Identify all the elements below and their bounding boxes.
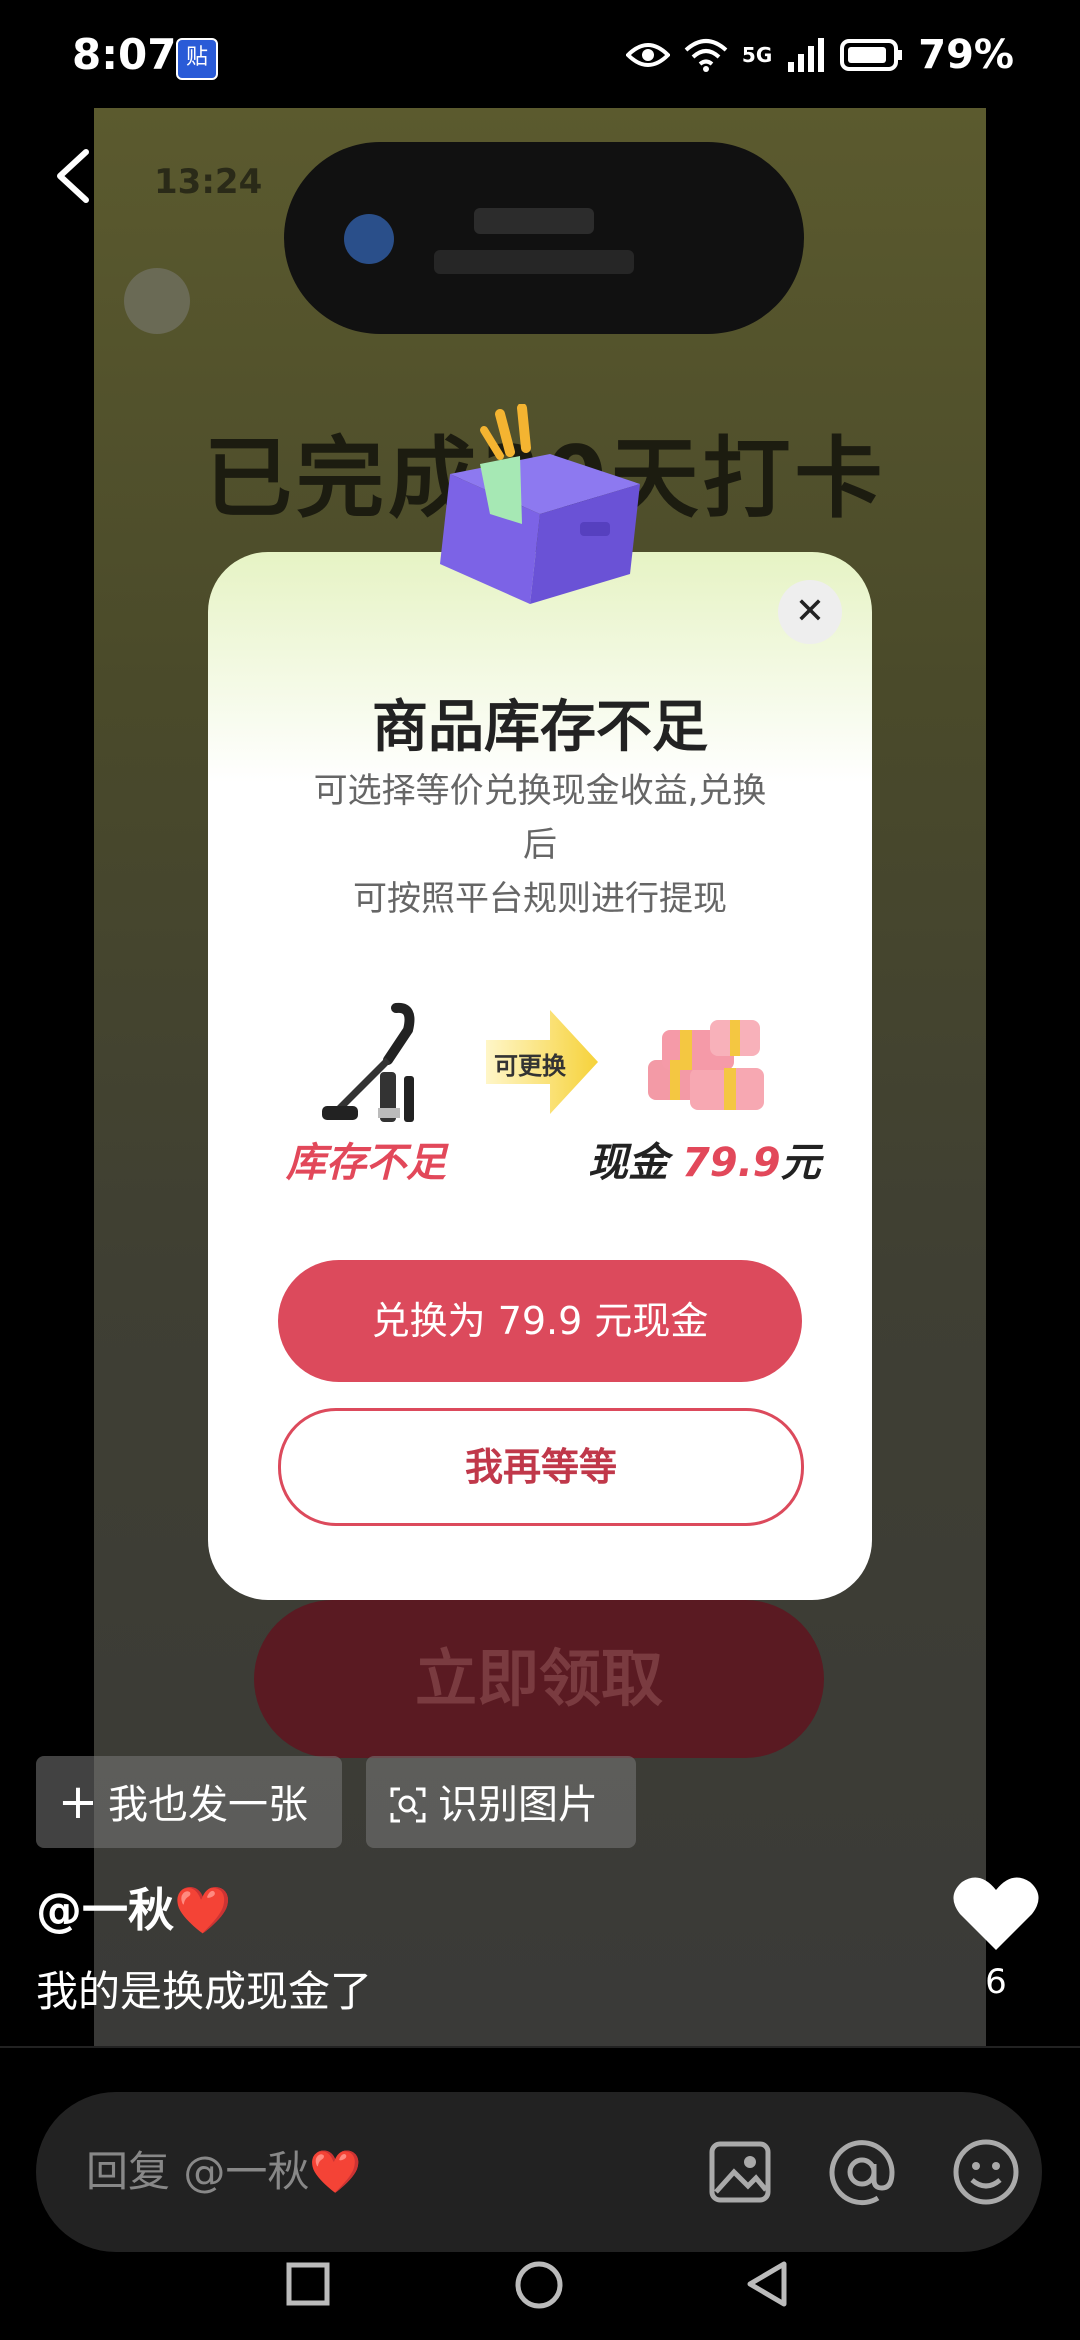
battery-icon: [840, 39, 903, 71]
recognize-image-label: 识别图片: [438, 1782, 598, 1828]
reply-placeholder: 回复 @一秋❤️: [86, 2092, 362, 2252]
wifi-icon: [684, 39, 728, 72]
cash-suffix: 元: [780, 1140, 821, 1186]
cash-label: 现金 79.9元: [588, 1130, 821, 1188]
status-bar: 8:07 贴 5G 79%: [0, 0, 1080, 110]
reply-heart-emoji: ❤️: [309, 2147, 362, 2196]
exchange-cash-button[interactable]: 兑换为 79.9 元现金: [278, 1260, 802, 1382]
image-claim-button: 立即领取: [254, 1600, 824, 1758]
modal-title: 商品库存不足: [372, 695, 708, 760]
image-status-time: 13:24: [154, 162, 263, 202]
reply-placeholder-text: 回复 @一秋: [86, 2147, 310, 2196]
back-icon[interactable]: [744, 2260, 790, 2308]
recognize-image-button[interactable]: 识别图片: [366, 1756, 636, 1848]
smile-icon[interactable]: [942, 2128, 1030, 2216]
back-chevron-icon[interactable]: [52, 148, 92, 204]
pill-line: [434, 250, 634, 274]
at-icon[interactable]: [818, 2128, 906, 2216]
home-icon[interactable]: [514, 2260, 564, 2310]
scan-icon: [386, 1756, 430, 1848]
cash-value: 79.9: [681, 1140, 781, 1186]
out-of-stock-label: 库存不足: [286, 1140, 446, 1186]
network-label: 5G: [741, 43, 773, 67]
system-nav-bar: [0, 2252, 1080, 2340]
description-line: 可按照平台规则进行提现: [353, 879, 727, 919]
image-notification-pill: [284, 142, 804, 334]
status-time: 8:07: [72, 30, 177, 79]
image-claim-label: 立即领取: [414, 1642, 663, 1715]
like-heart-icon[interactable]: [952, 1874, 1040, 1954]
battery-level: 79%: [918, 32, 1014, 78]
plus-icon: +: [57, 1774, 99, 1830]
heart-emoji: ❤️: [174, 1883, 232, 1937]
like-count: 6: [985, 1962, 1007, 2002]
status-right: 5G 79%: [625, 32, 1014, 78]
vacuum-icon: [322, 1002, 415, 1122]
description-line: 可选择等价兑换现金收益,兑换: [313, 771, 767, 811]
recents-icon[interactable]: [286, 2262, 330, 2306]
post-username[interactable]: @一秋❤️: [36, 1874, 231, 1940]
pill-line: [474, 208, 594, 234]
notification-badge: 贴: [176, 38, 218, 80]
pill-app-icon: [344, 214, 394, 264]
arrow-label: 可更换: [494, 1052, 566, 1080]
signal-icon: [788, 38, 825, 72]
post-too-label: 我也发一张: [108, 1782, 308, 1828]
username-text: @一秋: [36, 1883, 174, 1937]
description-line: 后: [523, 825, 557, 865]
post-too-button[interactable]: + 我也发一张: [36, 1756, 342, 1848]
cash-prefix: 现金: [588, 1140, 668, 1186]
modal-description: 可选择等价兑换现金收益,兑换 后 可按照平台规则进行提现: [278, 764, 802, 926]
wait-button[interactable]: 我再等等: [278, 1408, 804, 1526]
divider: [0, 2046, 1080, 2048]
post-caption: 我的是换成现金了: [36, 1967, 373, 2016]
cash-stack-icon: [648, 1020, 764, 1110]
gift-box-icon: [440, 404, 640, 604]
reply-input[interactable]: 回复 @一秋❤️: [36, 2092, 1042, 2252]
eye-icon: [625, 43, 670, 67]
modal-close-button[interactable]: ✕: [778, 580, 842, 644]
image-icon[interactable]: [696, 2128, 784, 2216]
image-close-circle: [124, 268, 190, 334]
